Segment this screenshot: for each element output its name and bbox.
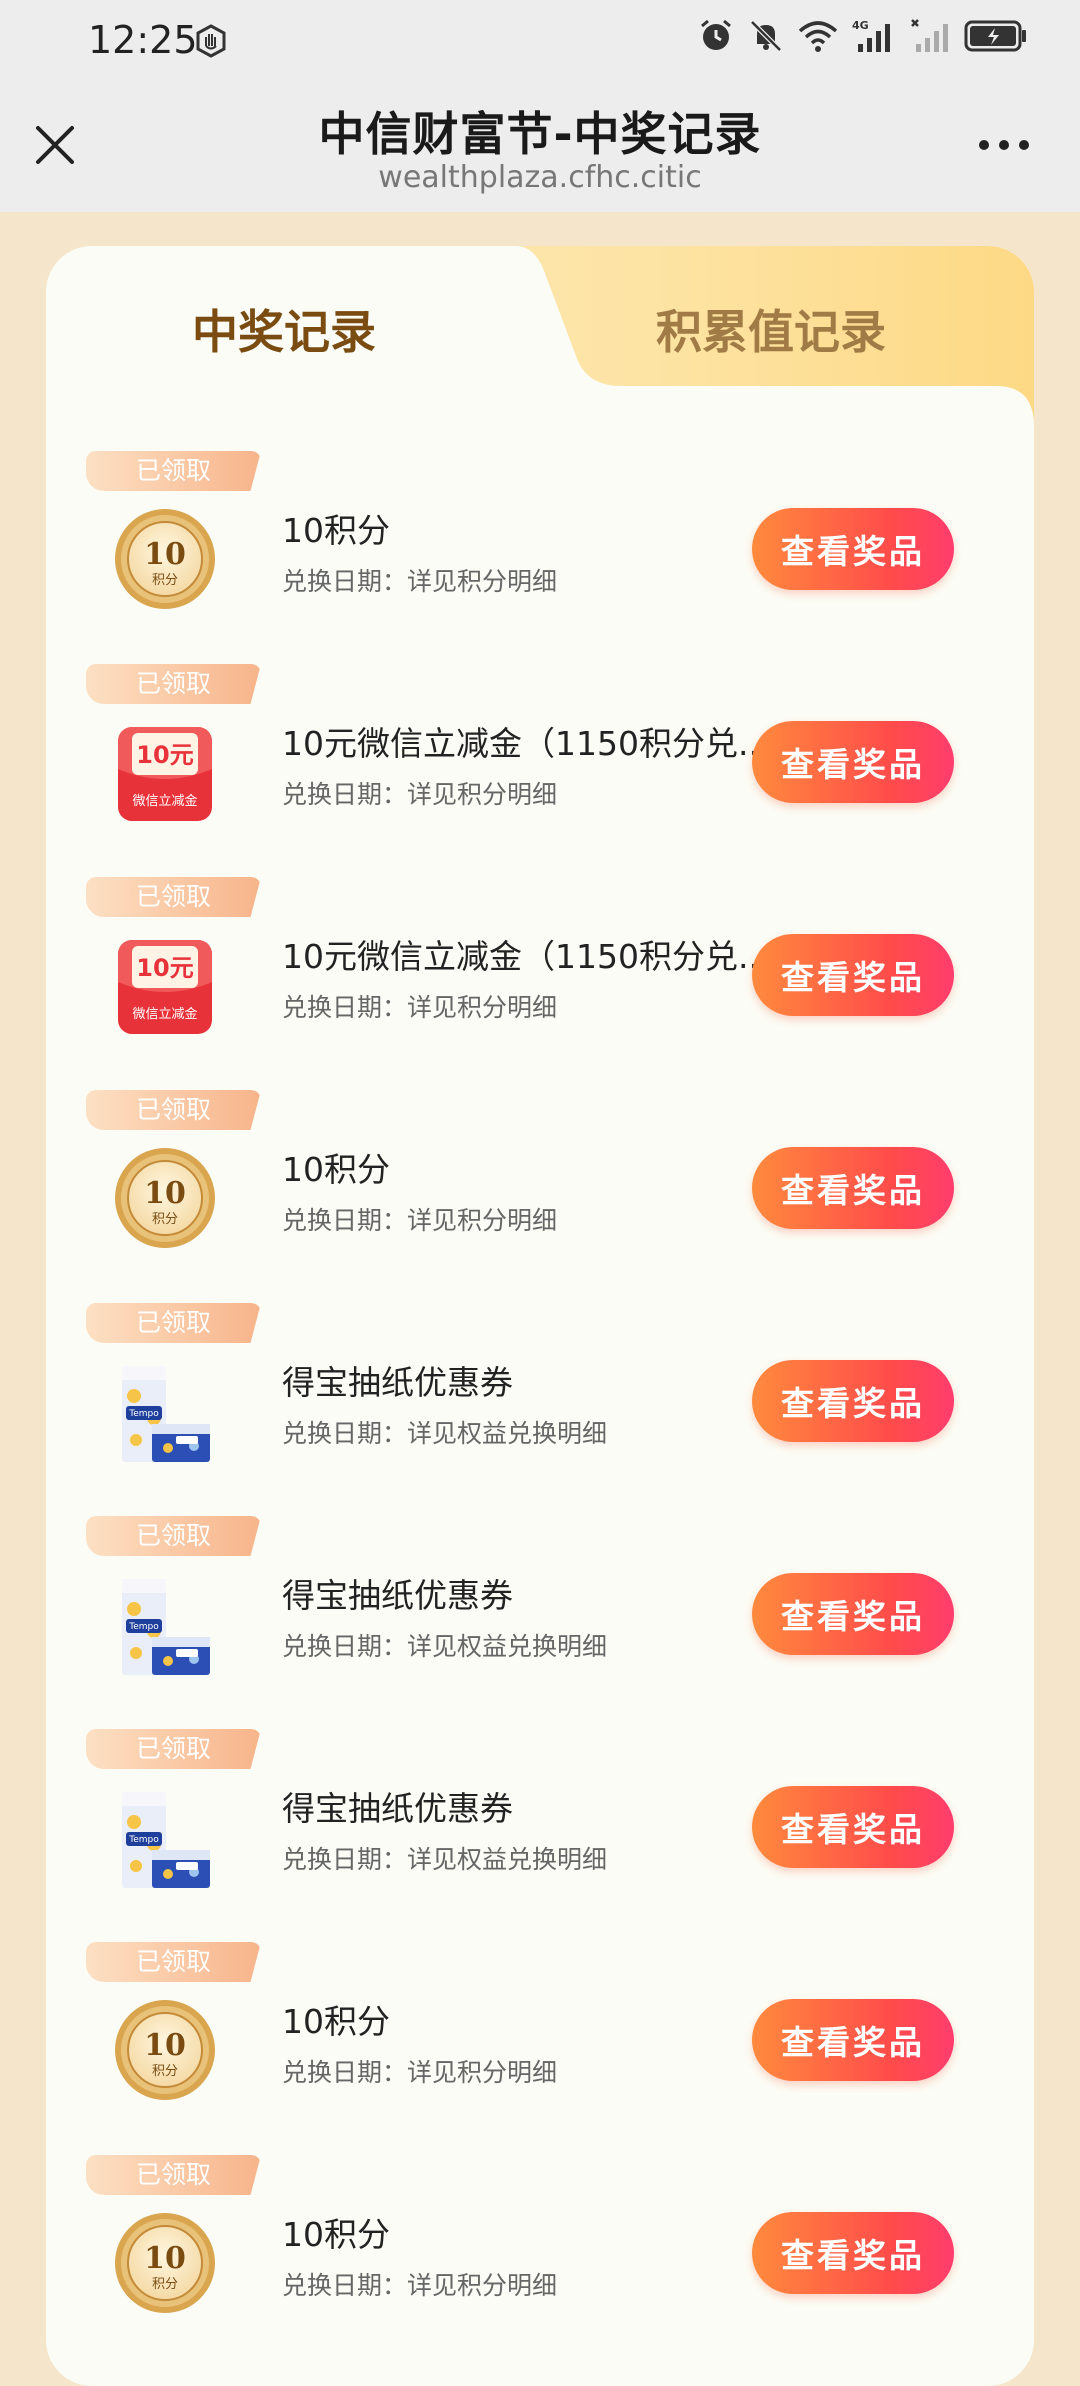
alarm-icon bbox=[698, 18, 734, 54]
record-row: 已领取 10 积分 10积分 兑换日期：详见积分明细 查看奖品 bbox=[46, 1085, 1034, 1298]
status-badge: 已领取 bbox=[86, 1942, 261, 1982]
status-bar: 12:25 4G bbox=[0, 0, 1080, 82]
coin-value: 10 bbox=[144, 1176, 186, 1211]
view-prize-button[interactable]: 查看奖品 bbox=[752, 1147, 954, 1229]
status-badge: 已领取 bbox=[86, 1729, 261, 1769]
status-badge: 已领取 bbox=[86, 1303, 261, 1343]
page-url: wealthplaza.cfhc.citic bbox=[378, 160, 702, 195]
tissue-box-icon: Tempo bbox=[112, 1571, 218, 1677]
tab-accumulated-records[interactable]: 积累值记录 bbox=[656, 296, 886, 362]
view-prize-button[interactable]: 查看奖品 bbox=[752, 1999, 954, 2081]
record-title: 10积分 bbox=[282, 511, 390, 550]
record-row: 已领取 10元 微信立减金 10元微信立减金（1150积分兑... 兑换日期：详见… bbox=[46, 659, 1034, 872]
envelope-caption: 微信立减金 bbox=[132, 1006, 197, 1022]
privacy-hand-icon bbox=[194, 24, 228, 62]
svg-text:Tempo: Tempo bbox=[128, 1622, 159, 1632]
record-title: 10积分 bbox=[282, 1150, 390, 1189]
record-subtitle: 兑换日期：详见积分明细 bbox=[282, 1206, 558, 1235]
status-time: 12:25 bbox=[88, 18, 198, 62]
record-row: 已领取 10元 微信立减金 10元微信立减金（1150积分兑... 兑换日期：详见… bbox=[46, 872, 1034, 1085]
record-subtitle: 兑换日期：详见积分明细 bbox=[282, 567, 558, 596]
record-row: 已领取 Tempo 得宝抽纸优惠券兑换日期：详见权益兑换明细 查看奖品 bbox=[46, 1511, 1034, 1724]
view-prize-button[interactable]: 查看奖品 bbox=[752, 1573, 954, 1655]
record-subtitle: 兑换日期：详见权益兑换明细 bbox=[282, 1419, 608, 1448]
record-title: 10元微信立减金（1150积分兑... bbox=[282, 937, 770, 976]
record-subtitle: 兑换日期：详见积分明细 bbox=[282, 780, 558, 809]
svg-text:Tempo: Tempo bbox=[128, 1835, 159, 1845]
view-prize-button[interactable]: 查看奖品 bbox=[752, 721, 954, 803]
record-title: 得宝抽纸优惠券 bbox=[282, 1363, 513, 1402]
status-icons: 4G bbox=[698, 18, 1028, 54]
record-row: 已领取 Tempo 得宝抽纸优惠券兑换日期：详见权益兑换明细 查看奖品 bbox=[46, 1724, 1034, 1937]
view-prize-button[interactable]: 查看奖品 bbox=[752, 508, 954, 590]
record-title: 10积分 bbox=[282, 2215, 390, 2254]
svg-text:Tempo: Tempo bbox=[128, 1409, 159, 1419]
status-badge: 已领取 bbox=[86, 664, 261, 704]
record-subtitle: 兑换日期：详见积分明细 bbox=[282, 2271, 558, 2300]
network-label: 4G bbox=[852, 19, 869, 32]
more-options-icon[interactable] bbox=[976, 134, 1032, 156]
status-badge: 已领取 bbox=[86, 451, 261, 491]
record-subtitle: 兑换日期：详见权益兑换明细 bbox=[282, 1632, 608, 1661]
record-title: 得宝抽纸优惠券 bbox=[282, 1789, 513, 1828]
points-coin-icon: 10 积分 bbox=[112, 2210, 218, 2316]
wifi-icon bbox=[798, 19, 838, 53]
records-list: 已领取 10 积分 10积分 兑换日期：详见积分明细 查看奖品 已领取 10元 微信立… bbox=[46, 446, 1034, 2363]
points-coin-icon: 10 积分 bbox=[112, 1997, 218, 2103]
envelope-value: 10元 bbox=[136, 954, 193, 982]
record-subtitle: 兑换日期：详见权益兑换明细 bbox=[282, 1845, 608, 1874]
record-title: 10元微信立减金（1150积分兑... bbox=[282, 724, 770, 763]
record-row: 已领取 10 积分 10积分 兑换日期：详见积分明细 查看奖品 bbox=[46, 446, 1034, 659]
record-title: 得宝抽纸优惠券 bbox=[282, 1576, 513, 1615]
status-badge: 已领取 bbox=[86, 1090, 261, 1130]
coin-unit: 积分 bbox=[152, 1212, 178, 1227]
battery-charging-icon bbox=[964, 19, 1028, 53]
coin-value: 10 bbox=[144, 537, 186, 572]
coin-value: 10 bbox=[144, 2241, 186, 2276]
view-prize-button[interactable]: 查看奖品 bbox=[752, 2212, 954, 2294]
record-row: 已领取 Tempo 得宝抽纸优惠券兑换日期：详见权益兑换明细 查看奖品 bbox=[46, 1298, 1034, 1511]
view-prize-button[interactable]: 查看奖品 bbox=[752, 1786, 954, 1868]
points-coin-icon: 10 积分 bbox=[112, 1145, 218, 1251]
record-title: 10积分 bbox=[282, 2002, 390, 2041]
view-prize-button[interactable]: 查看奖品 bbox=[752, 934, 954, 1016]
coin-unit: 积分 bbox=[152, 2277, 178, 2292]
red-envelope-icon: 10元 微信立减金 bbox=[112, 932, 218, 1038]
record-row: 已领取 10 积分 10积分 兑换日期：详见积分明细 查看奖品 bbox=[46, 2150, 1034, 2363]
title-bar: 中信财富节-中奖记录 wealthplaza.cfhc.citic bbox=[0, 82, 1080, 212]
tissue-box-icon: Tempo bbox=[112, 1784, 218, 1890]
view-prize-button[interactable]: 查看奖品 bbox=[752, 1360, 954, 1442]
red-envelope-icon: 10元 微信立减金 bbox=[112, 719, 218, 825]
status-badge: 已领取 bbox=[86, 1516, 261, 1556]
coin-unit: 积分 bbox=[152, 2064, 178, 2079]
records-card: 中奖记录 积累值记录 已领取 10 积分 10积分 兑换日期：详见积分明细 查看奖品… bbox=[46, 246, 1034, 2386]
points-coin-icon: 10 积分 bbox=[112, 506, 218, 612]
tab-winning-records[interactable]: 中奖记录 bbox=[192, 296, 376, 362]
record-subtitle: 兑换日期：详见积分明细 bbox=[282, 993, 558, 1022]
status-badge: 已领取 bbox=[86, 2155, 261, 2195]
page-title: 中信财富节-中奖记录 bbox=[318, 107, 762, 161]
4g-signal-icon: 4G bbox=[852, 18, 896, 54]
envelope-caption: 微信立减金 bbox=[132, 793, 197, 809]
coin-unit: 积分 bbox=[152, 573, 178, 588]
record-subtitle: 兑换日期：详见积分明细 bbox=[282, 2058, 558, 2087]
record-row: 已领取 10 积分 10积分 兑换日期：详见积分明细 查看奖品 bbox=[46, 1937, 1034, 2150]
tissue-box-icon: Tempo bbox=[112, 1358, 218, 1464]
coin-value: 10 bbox=[144, 2028, 186, 2063]
no-signal-icon bbox=[910, 18, 950, 54]
status-badge: 已领取 bbox=[86, 877, 261, 917]
mute-icon bbox=[748, 18, 784, 54]
envelope-value: 10元 bbox=[136, 741, 193, 769]
